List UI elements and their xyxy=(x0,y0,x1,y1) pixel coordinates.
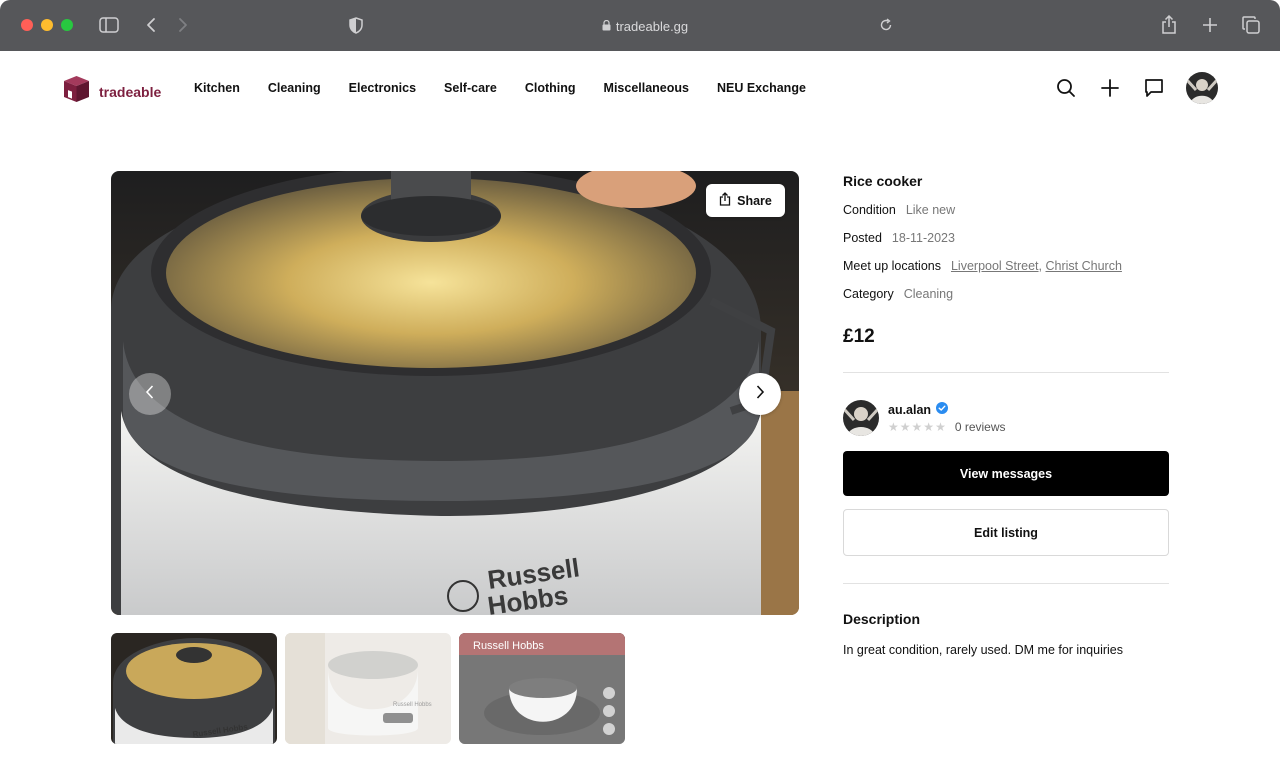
forward-icon[interactable] xyxy=(171,13,195,37)
meetup-row: Meet up locations Liverpool Street, Chri… xyxy=(843,258,1169,275)
nav-item-kitchen[interactable]: Kitchen xyxy=(194,81,240,95)
rating-stars: ★ ★ ★ ★ ★ 0 reviews xyxy=(888,420,1006,434)
browser-toolbar: tradeable.gg xyxy=(0,0,1280,51)
divider xyxy=(843,372,1169,373)
close-window-button[interactable] xyxy=(21,19,33,31)
category-value: Cleaning xyxy=(903,287,954,301)
category-row: Category Cleaning xyxy=(843,286,1169,303)
svg-text:Russell Hobbs: Russell Hobbs xyxy=(393,702,432,708)
star-icon: ★ xyxy=(911,420,923,434)
description-text: In great condition, rarely used. DM me f… xyxy=(843,643,1123,657)
box-logo-icon xyxy=(62,75,91,108)
listing-title: Rice cooker xyxy=(843,173,923,189)
seller-card[interactable]: au.alan ★ ★ ★ ★ ★ 0 reviews xyxy=(843,400,1169,436)
nav-item-neu-exchange[interactable]: NEU Exchange xyxy=(717,81,806,95)
seller-username[interactable]: au.alan xyxy=(888,403,931,417)
thumbnail-1[interactable]: Russell Hobbs xyxy=(111,633,277,744)
condition-label: Condition xyxy=(843,203,896,217)
site-header: tradeable Kitchen Cleaning Electronics S… xyxy=(0,51,1280,127)
plus-icon[interactable] xyxy=(1098,76,1122,100)
new-tab-icon[interactable] xyxy=(1198,13,1222,37)
address-bar[interactable]: tradeable.gg xyxy=(560,16,730,36)
verified-badge-icon xyxy=(936,402,949,417)
edit-listing-button[interactable]: Edit listing xyxy=(843,509,1169,556)
condition-value: Like new xyxy=(905,203,956,217)
chevron-left-icon xyxy=(145,384,155,405)
chat-icon[interactable] xyxy=(1142,76,1166,100)
description-heading: Description xyxy=(843,611,921,627)
star-icon: ★ xyxy=(935,420,946,434)
chevron-right-icon xyxy=(755,384,765,405)
condition-row: Condition Like new xyxy=(843,202,1169,219)
posted-label: Posted xyxy=(843,231,882,245)
listing-details: Rice cooker Condition Like new Posted 18… xyxy=(843,171,1169,657)
thumbnail-2[interactable]: Russell Hobbs xyxy=(285,633,451,744)
divider xyxy=(843,583,1169,584)
seller-name-row: au.alan xyxy=(888,402,1006,417)
price: £12 xyxy=(843,326,875,347)
main-product-image[interactable]: Russell Hobbs xyxy=(111,171,799,615)
posted-value: 18-11-2023 xyxy=(891,231,955,245)
minimize-window-button[interactable] xyxy=(41,19,53,31)
back-icon[interactable] xyxy=(139,13,163,37)
sidebar-toggle-icon[interactable] xyxy=(97,13,121,37)
share-icon xyxy=(719,192,731,209)
lock-icon xyxy=(602,19,611,34)
privacy-shield-icon[interactable] xyxy=(344,13,368,37)
view-messages-button[interactable]: View messages xyxy=(843,451,1169,496)
thumbnail-3[interactable]: Russell Hobbs xyxy=(459,633,625,744)
meetup-label: Meet up locations xyxy=(843,259,941,273)
svg-text:Russell Hobbs: Russell Hobbs xyxy=(473,640,544,652)
next-image-button[interactable] xyxy=(739,373,781,415)
previous-image-button[interactable] xyxy=(129,373,171,415)
nav-item-electronics[interactable]: Electronics xyxy=(349,81,416,95)
reload-icon[interactable] xyxy=(874,13,898,37)
search-icon[interactable] xyxy=(1054,76,1078,100)
seller-info: au.alan ★ ★ ★ ★ ★ 0 reviews xyxy=(888,400,1006,434)
review-count[interactable]: 0 reviews xyxy=(955,420,1006,434)
posted-row: Posted 18-11-2023 xyxy=(843,230,1169,247)
brand-name: tradeable xyxy=(99,83,162,100)
share-page-icon[interactable] xyxy=(1157,13,1181,37)
meetup-locations: Liverpool Street, Christ Church xyxy=(950,259,1122,273)
nav-item-cleaning[interactable]: Cleaning xyxy=(268,81,321,95)
share-button[interactable]: Share xyxy=(706,184,785,217)
header-actions xyxy=(1054,72,1218,104)
nav-item-self-care[interactable]: Self-care xyxy=(444,81,497,95)
zoom-window-button[interactable] xyxy=(61,19,73,31)
meetup-link-christ-church[interactable]: Christ Church xyxy=(1046,259,1122,273)
thumbnail-strip: Russell Hobbs Russell Hobbs Russell Hobb… xyxy=(111,633,625,744)
meetup-link-liverpool-street[interactable]: Liverpool Street xyxy=(951,259,1039,273)
nav-item-clothing[interactable]: Clothing xyxy=(525,81,576,95)
share-label: Share xyxy=(737,193,772,208)
star-icon: ★ xyxy=(888,420,899,434)
avatar[interactable] xyxy=(1186,72,1218,104)
category-label: Category xyxy=(843,287,894,301)
url-text: tradeable.gg xyxy=(615,18,689,34)
tab-overview-icon[interactable] xyxy=(1239,13,1263,37)
category-menu: Kitchen Cleaning Electronics Self-care C… xyxy=(194,81,834,95)
seller-avatar[interactable] xyxy=(843,400,879,436)
star-icon: ★ xyxy=(923,420,935,434)
star-icon: ★ xyxy=(899,420,911,434)
nav-item-miscellaneous[interactable]: Miscellaneous xyxy=(604,81,689,95)
logo[interactable]: tradeable xyxy=(62,75,161,108)
